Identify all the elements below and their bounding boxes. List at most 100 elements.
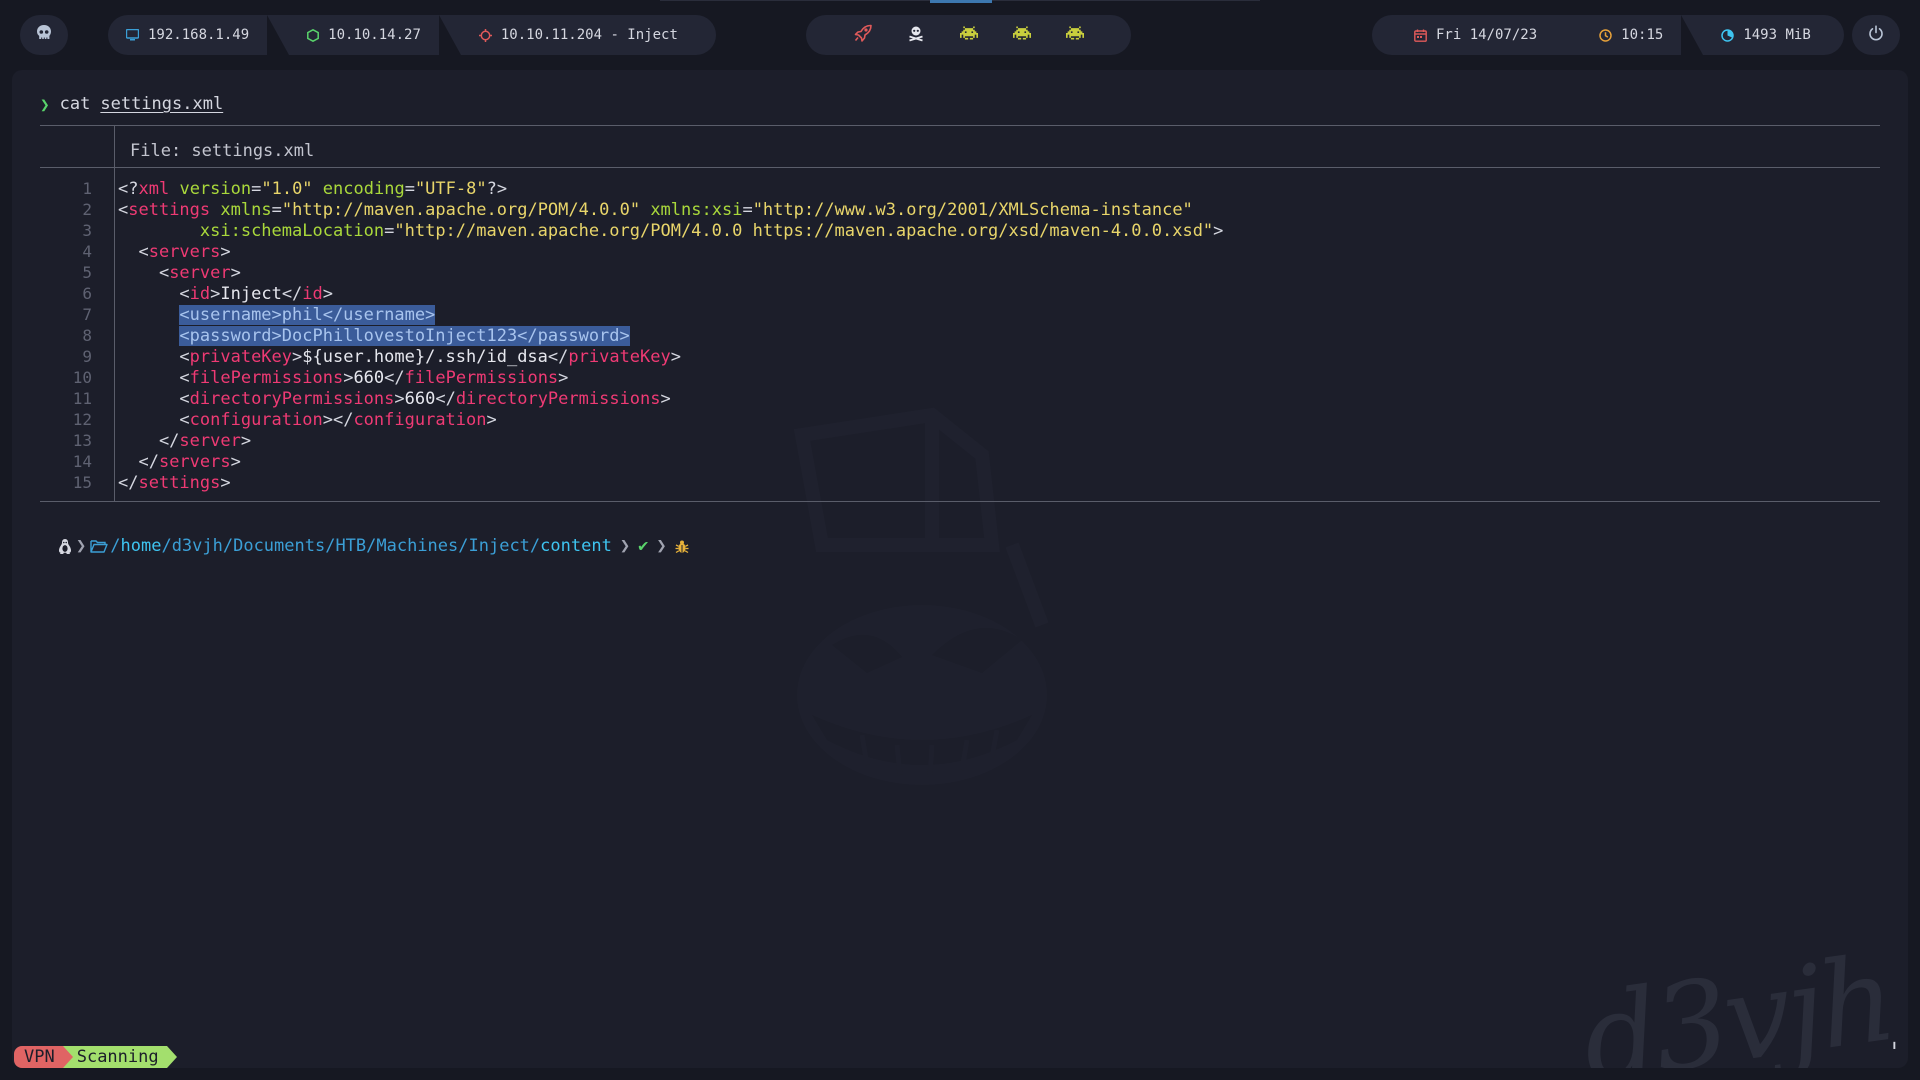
line-content: <settings xmlns="http://maven.apache.org… [92, 200, 1193, 220]
code-token: Inject [220, 283, 282, 304]
crosshair-icon [478, 28, 492, 42]
power-icon [1868, 25, 1884, 45]
code-token: </ [118, 472, 139, 493]
scroll-marker: ╹ [1890, 1042, 1898, 1056]
code-view[interactable]: 1 <?xml version="1.0" encoding="UTF-8"?> 2… [40, 178, 1224, 493]
code-line: 13 </server> [40, 430, 1223, 451]
memory-widget[interactable]: 1493 MiB [1703, 15, 1828, 55]
line-content: <directoryPermissions>660</directoryPerm… [92, 388, 670, 409]
bat-header-border [40, 167, 1880, 168]
target-ip-label: 10.10.11.204 - Inject [500, 27, 678, 43]
line-content: </servers> [92, 451, 240, 472]
line-number: 6 [82, 284, 92, 303]
selected-text[interactable]: <username>phil</username> [179, 304, 436, 325]
target-ip[interactable]: 10.10.11.204 - Inject [461, 15, 696, 55]
line-number: 12 [72, 410, 92, 429]
vpn-status-badge: VPN [14, 1046, 63, 1068]
code-token: configuration [189, 409, 323, 430]
workspace-3[interactable] [954, 20, 984, 50]
date-label: Fri 14/07/23 [1436, 27, 1538, 43]
workspace-4[interactable] [1007, 20, 1037, 50]
path-home: home [120, 536, 162, 556]
vpn-ip[interactable]: 10.10.14.27 [289, 15, 439, 55]
segment-separator [267, 15, 290, 55]
selected-text[interactable]: <password>DocPhillovestoInject123</passw… [179, 325, 630, 346]
code-line: 1 <?xml version="1.0" encoding="UTF-8"?> [40, 178, 1223, 199]
command-argument[interactable]: settings.xml [100, 94, 223, 114]
code-token: directoryPermissions [189, 388, 395, 409]
space-invader-icon [959, 26, 978, 44]
shell-prompt: ❯ / home /d3vjh/Documents/HTB/Machines/I… [40, 534, 689, 558]
clock-label: 10:15 [1621, 27, 1664, 43]
code-token: > [292, 346, 303, 367]
line-number: 1 [82, 179, 92, 198]
code-token: < [118, 199, 129, 220]
line-number: 5 [82, 263, 92, 282]
workspace-2[interactable] [901, 20, 931, 50]
code-line: 3 xsi:schemaLocation="http://maven.apach… [40, 220, 1223, 241]
prompt-chevron-icon: ❯ [76, 536, 87, 556]
code-token: 660 [353, 367, 385, 388]
code-token: = [271, 199, 282, 220]
code-token: = [251, 178, 262, 199]
code-token: > [1213, 220, 1224, 241]
code-line: 15 </settings> [40, 472, 1223, 493]
code-token: = [404, 178, 415, 199]
code-line: 9 <privateKey>${user.home}/.ssh/id_dsa</… [40, 346, 1223, 367]
code-token: ${user.home}/.ssh/id_dsa [302, 346, 548, 367]
segment-separator [1681, 15, 1704, 55]
code-token: < [118, 409, 190, 430]
terminal-window[interactable]: d3vjh ❯ cat settings.xml File: settings.… [12, 70, 1908, 1068]
hexagon-icon [307, 28, 320, 42]
code-token: > [322, 283, 334, 304]
badge-tip [166, 1046, 177, 1068]
status-check-icon: ✔ [638, 536, 649, 556]
linux-tux-icon [58, 538, 72, 555]
skull-icon [35, 24, 53, 46]
local-ip[interactable]: 192.168.1.49 [108, 15, 267, 55]
code-token: filePermissions [404, 367, 559, 388]
bat-bottom-border [40, 501, 1880, 502]
code-line: 6 <id>Inject</id> [40, 283, 1223, 304]
menu-logo-button[interactable] [20, 15, 68, 55]
code-line: 12 <configuration></configuration> [40, 409, 1223, 430]
line-content: </settings> [92, 473, 231, 493]
line-content: <configuration></configuration> [92, 409, 496, 430]
code-token: > [220, 472, 231, 493]
line-content: <id>Inject</id> [92, 284, 333, 304]
line-number: 8 [82, 326, 92, 345]
workspace-5[interactable] [1060, 20, 1090, 50]
code-token: < [118, 262, 170, 283]
line-number: 14 [72, 452, 92, 471]
workspace-1[interactable] [848, 20, 878, 50]
code-token: 660 [404, 388, 436, 409]
command-line: ❯ cat settings.xml [40, 92, 223, 116]
code-token: privateKey [189, 346, 293, 367]
code-token: = [742, 199, 753, 220]
segment-separator [438, 15, 461, 55]
code-token: filePermissions [189, 367, 344, 388]
skull-crossbones-icon [907, 24, 925, 46]
prompt-chevron-icon: ❯ [619, 536, 631, 556]
code-token: xsi:schemaLocation [199, 220, 385, 241]
command-name: cat [59, 94, 91, 114]
code-token: servers [158, 451, 231, 472]
line-number: 10 [72, 368, 92, 387]
line-content: <username>phil</username> [92, 304, 436, 325]
bat-gutter-header [114, 125, 115, 167]
code-line: 2 <settings xmlns="http://maven.apache.or… [40, 199, 1223, 220]
clock-widget[interactable]: 10:15 [1555, 15, 1681, 55]
date-widget[interactable]: Fri 14/07/23 [1372, 15, 1555, 55]
system-info-bar: Fri 14/07/23 10:15 1493 MiB [1372, 15, 1844, 55]
active-workspace-indicator [930, 0, 992, 3]
line-content: <filePermissions>660</filePermissions> [92, 368, 568, 388]
code-token: = [384, 220, 395, 241]
code-token: > [220, 241, 231, 262]
code-token: > [210, 283, 221, 304]
line-number: 7 [82, 305, 92, 324]
workspaces-bar [806, 15, 1131, 55]
power-button[interactable] [1852, 15, 1900, 55]
line-number: 11 [72, 389, 92, 408]
